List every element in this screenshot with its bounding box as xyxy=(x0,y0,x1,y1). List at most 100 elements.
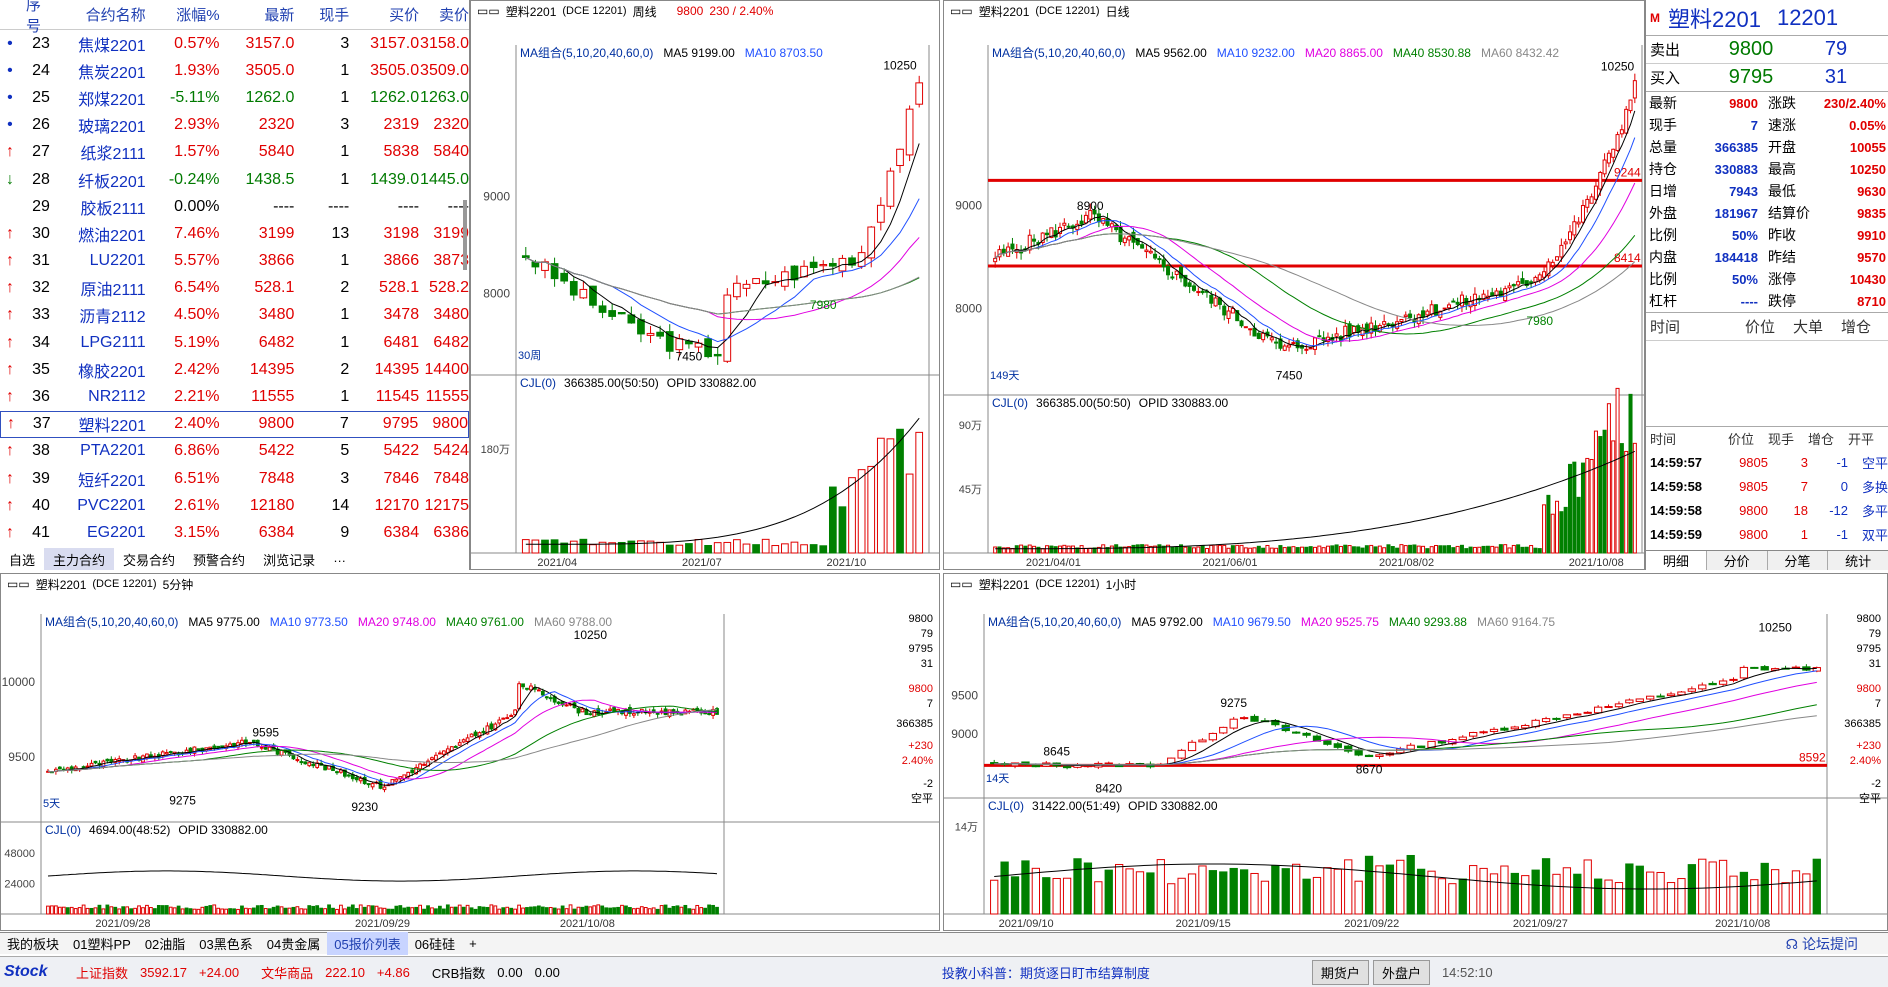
candle[interactable] xyxy=(453,745,458,748)
candle[interactable] xyxy=(915,82,924,105)
candle[interactable] xyxy=(675,338,684,351)
candle[interactable] xyxy=(828,262,837,267)
candle[interactable] xyxy=(1656,695,1665,698)
candle[interactable] xyxy=(876,204,885,223)
candle[interactable] xyxy=(473,731,478,737)
workspace-tab[interactable]: 06硅硅 xyxy=(408,932,462,955)
candle[interactable] xyxy=(1500,727,1509,731)
index-wh-label[interactable]: 文华商品 xyxy=(261,963,313,982)
candle[interactable] xyxy=(1323,740,1332,745)
quote-row[interactable]: 29 胶板2111 0.00% ---- ---- ---- ---- xyxy=(0,193,469,220)
quote-row[interactable]: ↑ 34 LPG2111 5.19% 6482 1 6481 6482 xyxy=(0,329,469,356)
candle[interactable] xyxy=(267,746,272,752)
candle[interactable] xyxy=(1213,297,1218,307)
candle[interactable] xyxy=(441,750,446,755)
daily-kline[interactable]: MA组合(5,10,20,40,60,0) MA5 9562.00 MA10 923… xyxy=(944,21,1644,569)
candle[interactable] xyxy=(1187,741,1197,752)
candle[interactable] xyxy=(1498,290,1503,297)
candle[interactable] xyxy=(517,683,521,710)
candle[interactable] xyxy=(240,739,244,745)
candle[interactable] xyxy=(1304,348,1309,351)
candle[interactable] xyxy=(781,271,789,287)
candle[interactable] xyxy=(1198,739,1207,743)
col-name[interactable]: 合约名称 xyxy=(56,4,150,25)
candle[interactable] xyxy=(164,752,169,755)
candle[interactable] xyxy=(1537,274,1542,281)
candle[interactable] xyxy=(1287,344,1292,348)
candle[interactable] xyxy=(612,707,616,712)
candle[interactable] xyxy=(279,749,284,756)
candle[interactable] xyxy=(295,759,300,762)
candle[interactable] xyxy=(1282,345,1287,351)
candle[interactable] xyxy=(707,712,711,715)
candle[interactable] xyxy=(346,774,351,777)
quote-tab[interactable]: 主力合约 xyxy=(44,548,115,570)
workspace-tab[interactable]: 02油脂 xyxy=(138,932,192,955)
candle[interactable] xyxy=(742,283,751,289)
candle[interactable] xyxy=(85,765,90,768)
candle[interactable] xyxy=(886,170,895,207)
ask-price[interactable]: 9800 xyxy=(1706,38,1796,61)
candle[interactable] xyxy=(1291,342,1296,345)
candle[interactable] xyxy=(569,281,578,296)
candle[interactable] xyxy=(1589,196,1594,204)
daily-period-select[interactable]: 日线 xyxy=(1106,3,1130,20)
quote-row[interactable]: • 26 玻璃2201 2.93% 2320 3 2319 2320 xyxy=(0,112,469,139)
candle[interactable] xyxy=(637,319,645,335)
candle[interactable] xyxy=(1062,222,1067,226)
1h-period-select[interactable]: 1小时 xyxy=(1106,576,1137,593)
candle[interactable] xyxy=(1552,717,1561,720)
quote-tab[interactable]: 自选 xyxy=(0,548,44,570)
quote-row[interactable]: • 24 焦炭2201 1.93% 3505.0 1 3505.0 3509.0 xyxy=(0,57,469,84)
quote-tab[interactable]: … xyxy=(324,548,355,570)
candle[interactable] xyxy=(1406,744,1415,750)
candle[interactable] xyxy=(1354,750,1363,756)
candle[interactable] xyxy=(1541,718,1551,723)
candle[interactable] xyxy=(465,737,470,742)
candle[interactable] xyxy=(809,261,818,269)
futures-account-button[interactable]: 期货户 xyxy=(1311,959,1369,985)
candle[interactable] xyxy=(531,261,540,268)
candle[interactable] xyxy=(1434,304,1439,316)
overseas-account-button[interactable]: 外盘户 xyxy=(1372,959,1430,985)
candle[interactable] xyxy=(469,733,474,738)
candle[interactable] xyxy=(109,758,114,763)
candle[interactable] xyxy=(1520,278,1525,284)
candle[interactable] xyxy=(656,331,664,337)
candle[interactable] xyxy=(521,683,525,688)
workspace-tab[interactable]: 05报价列表 xyxy=(327,932,408,955)
candle[interactable] xyxy=(993,257,998,263)
quote-row[interactable]: ↑ 38 PTA2201 6.86% 5422 5 5422 5424 xyxy=(0,438,469,465)
candle[interactable] xyxy=(556,701,561,704)
candle[interactable] xyxy=(105,758,110,762)
candle[interactable] xyxy=(540,690,545,696)
candle[interactable] xyxy=(370,783,375,788)
candle[interactable] xyxy=(303,761,308,765)
candle[interactable] xyxy=(1583,711,1592,714)
candle[interactable] xyxy=(1625,699,1634,704)
candle[interactable] xyxy=(1494,290,1499,296)
candle[interactable] xyxy=(1302,732,1311,736)
candle[interactable] xyxy=(1001,248,1006,254)
candle[interactable] xyxy=(529,685,533,691)
quote-tab[interactable]: 浏览记录 xyxy=(254,548,324,570)
quote-row[interactable]: ↓ 28 纤板2201 -0.24% 1438.5 1 1439.0 1445.0 xyxy=(0,166,469,193)
quote-row[interactable]: ↑ 41 EG2201 3.15% 6384 9 6384 6386 xyxy=(0,519,469,546)
quote-row[interactable]: • 25 郑煤2201 -5.11% 1262.0 1 1262.0 1263.0 xyxy=(0,84,469,111)
candle[interactable] xyxy=(905,108,914,156)
candle[interactable] xyxy=(1559,244,1564,258)
candle[interactable] xyxy=(1614,703,1624,708)
workspace-tab[interactable]: + xyxy=(462,934,484,953)
candle[interactable] xyxy=(1122,237,1127,244)
candle[interactable] xyxy=(761,280,770,285)
candle[interactable] xyxy=(704,338,712,358)
candle[interactable] xyxy=(1562,714,1572,719)
candle[interactable] xyxy=(1529,281,1534,284)
5min-period-select[interactable]: 5分钟 xyxy=(163,576,194,593)
candle[interactable] xyxy=(1593,706,1603,714)
candle[interactable] xyxy=(1364,754,1374,758)
candle[interactable] xyxy=(598,305,607,313)
candle[interactable] xyxy=(1611,148,1616,158)
candle[interactable] xyxy=(1170,276,1175,279)
candle[interactable] xyxy=(665,331,674,352)
